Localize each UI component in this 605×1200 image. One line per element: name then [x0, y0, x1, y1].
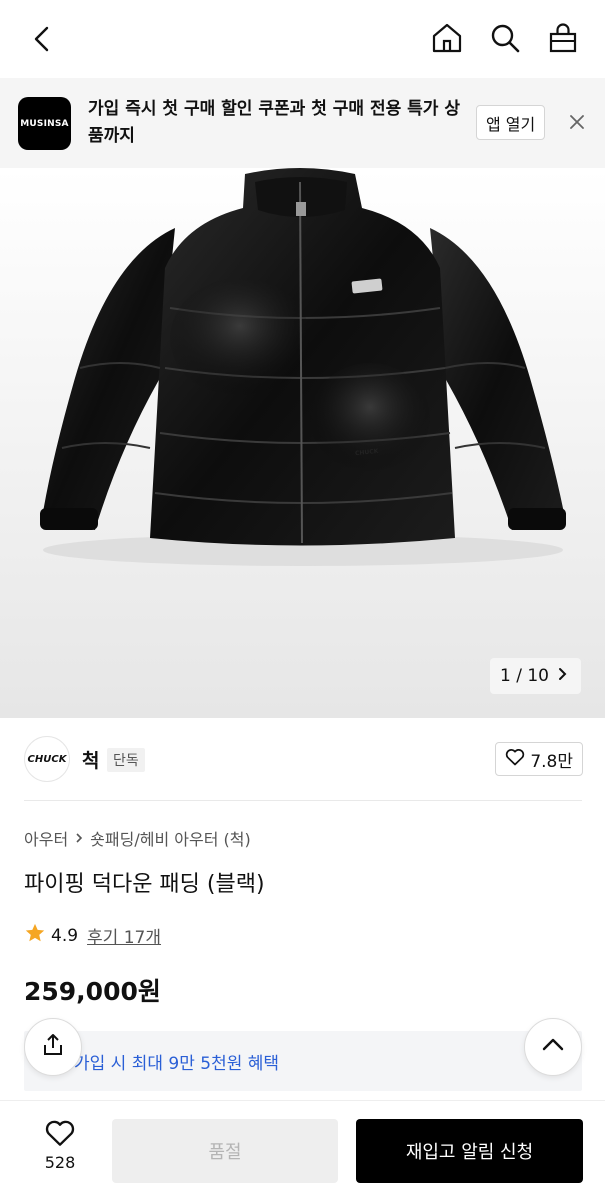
rating: 4.9 후기 17개 [24, 922, 161, 949]
chevron-right-icon [557, 666, 569, 686]
bottom-action-bar: 528 품절 재입고 알림 신청 [0, 1100, 605, 1200]
top-navigation [0, 0, 605, 78]
breadcrumb-item[interactable]: 숏패딩/헤비 아우터 (척) [90, 826, 251, 850]
product-image-gallery[interactable]: CHUCK 1 / 10 [0, 168, 605, 718]
rating-score: 4.9 [51, 925, 79, 946]
brand-like-count: 7.8만 [530, 751, 573, 772]
exclusive-badge: 단독 [107, 748, 145, 772]
benefit-text: 가입 시 최대 9만 5천원 혜택 [74, 1054, 280, 1074]
product-price: 259,000원 [24, 977, 161, 1006]
brand-logo[interactable]: CHUCK [24, 736, 70, 782]
breadcrumb-item[interactable]: 아우터 [24, 826, 68, 850]
shopping-bag-icon[interactable] [545, 20, 581, 56]
chevron-right-icon [74, 829, 84, 848]
musinsa-logo: MUSINSA [18, 97, 71, 150]
breadcrumb: 아우터 숏패딩/헤비 아우터 (척) [24, 826, 251, 850]
open-app-button[interactable]: 앱 열기 [476, 105, 546, 140]
banner-message: 가입 즉시 첫 구매 할인 쿠폰과 첫 구매 전용 특가 상품까지 [88, 99, 460, 146]
benefit-banner[interactable]: 가입 시 최대 9만 5천원 혜택 [24, 1031, 582, 1091]
review-count-link[interactable]: 후기 17개 [87, 923, 161, 948]
app-download-banner: MUSINSA 가입 즉시 첫 구매 할인 쿠폰과 첫 구매 전용 특가 상품까… [0, 78, 605, 168]
search-icon[interactable] [487, 20, 523, 56]
divider [24, 800, 582, 801]
product-like-button[interactable]: 528 [32, 1119, 88, 1172]
image-counter[interactable]: 1 / 10 [489, 658, 581, 694]
share-icon [40, 1032, 66, 1062]
brand-row: CHUCK 척 단독 7.8만 [0, 718, 605, 800]
product-image [40, 168, 566, 566]
heart-icon [44, 1120, 76, 1151]
product-title: 파이핑 덕다운 패딩 (블랙) [24, 872, 265, 897]
restock-alert-button[interactable]: 재입고 알림 신청 [356, 1119, 583, 1183]
image-counter-separator: / [516, 666, 522, 686]
close-icon[interactable] [566, 111, 588, 133]
chevron-up-icon [540, 1032, 566, 1062]
product-like-count: 528 [44, 1153, 76, 1172]
back-arrow-icon[interactable] [26, 22, 60, 56]
image-counter-total: 10 [527, 666, 549, 686]
brand-name[interactable]: 척 [82, 746, 99, 773]
brand-like-button[interactable]: 7.8만 [495, 742, 583, 776]
home-icon[interactable] [429, 20, 465, 56]
size-select-button[interactable]: 품절 [112, 1119, 338, 1183]
scroll-to-top-button[interactable] [524, 1018, 582, 1076]
image-counter-current: 1 [499, 666, 511, 686]
star-icon [24, 922, 46, 949]
heart-icon [505, 748, 525, 771]
share-button[interactable] [24, 1018, 82, 1076]
